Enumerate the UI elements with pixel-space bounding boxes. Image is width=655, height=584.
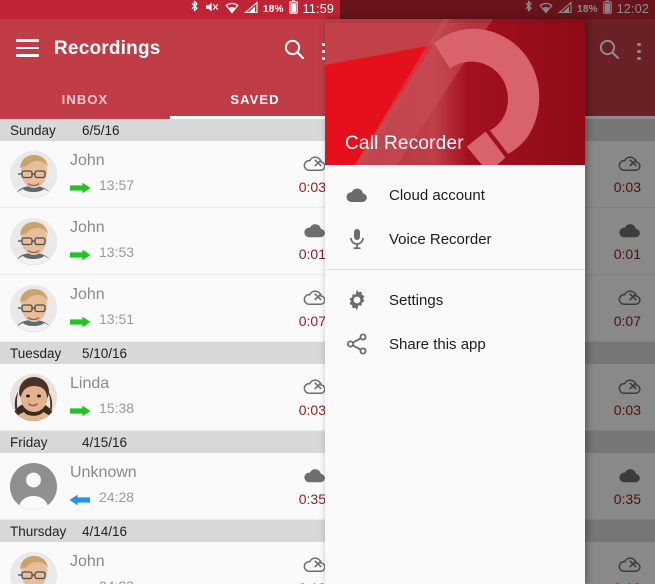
- date-header-day: Tuesday: [10, 345, 62, 361]
- date-header-date: 6/5/16: [82, 122, 120, 138]
- drawer-item-label: Share this app: [389, 335, 486, 353]
- tab-inbox[interactable]: INBOX: [0, 80, 170, 119]
- recordings-list[interactable]: Sunday6/5/16John13:570:03John13:530:01Jo…: [0, 119, 340, 584]
- call-duration: 0:13: [299, 580, 326, 584]
- avatar[interactable]: [10, 552, 57, 584]
- tab-saved[interactable]: SAVED: [170, 80, 340, 119]
- call-duration: 0:03: [298, 179, 326, 195]
- outgoing-call-arrow-icon: [68, 404, 92, 417]
- recording-row[interactable]: Unknown 24:28 0:35: [0, 453, 340, 520]
- search-icon[interactable]: [282, 37, 306, 66]
- call-duration: 0:07: [298, 313, 326, 329]
- contact-name: John: [70, 286, 105, 303]
- call-time: 13:51: [99, 311, 135, 327]
- avatar[interactable]: [10, 218, 57, 265]
- date-header-date: 4/15/16: [82, 434, 128, 450]
- battery-percent-label: 18%: [263, 4, 284, 15]
- drawer-header: Call Recorder: [325, 19, 585, 165]
- outgoing-call-arrow-icon: [68, 181, 92, 194]
- screenshot-root: 18% 11:59 Recordings INBOX SAVED Sunday 6: [0, 0, 655, 584]
- avatar[interactable]: [10, 285, 57, 332]
- call-time: 24:28: [99, 489, 135, 505]
- recording-row[interactable]: John 13:57 0:03: [0, 141, 340, 208]
- date-header: Friday 4/15/16: [0, 431, 340, 453]
- incoming-call-arrow-icon: [68, 493, 92, 506]
- drawer-item-label: Voice Recorder: [389, 230, 492, 248]
- contact-name: Unknown: [70, 464, 137, 481]
- drawer-item-share-this-app[interactable]: Share this app: [325, 322, 585, 366]
- page-title: Recordings: [54, 38, 161, 59]
- gear-icon: [325, 288, 389, 312]
- call-time: 13:57: [99, 177, 135, 193]
- signal-icon: [244, 0, 258, 19]
- share-icon: [325, 332, 389, 356]
- date-header-day: Thursday: [10, 523, 67, 539]
- navigation-drawer: Call Recorder Cloud account Voice Record…: [325, 19, 585, 584]
- hamburger-icon[interactable]: [16, 39, 39, 57]
- battery-icon: [288, 0, 298, 19]
- call-duration: 0:03: [298, 402, 326, 418]
- recording-row[interactable]: John 13:53 0:01: [0, 208, 340, 275]
- date-header: Thursday 4/14/16: [0, 520, 340, 542]
- call-time: 13:53: [99, 244, 135, 260]
- call-time: 24:23: [99, 578, 134, 584]
- drawer-item-label: Cloud account: [389, 186, 485, 204]
- date-header: Tuesday 5/10/16: [0, 342, 340, 364]
- drawer-item-voice-recorder[interactable]: Voice Recorder: [325, 217, 585, 261]
- drawer-item-cloud-account[interactable]: Cloud account: [325, 173, 585, 217]
- left-tab-bar: INBOX SAVED: [0, 80, 340, 119]
- date-header-day: Sunday: [10, 122, 56, 138]
- drawer-menu: Cloud account Voice Recorder Settings Sh…: [325, 165, 585, 366]
- date-header: Sunday 6/5/16: [0, 119, 340, 141]
- call-duration: 0:01: [298, 246, 326, 262]
- contact-name: John: [70, 553, 105, 570]
- cloud-icon: [325, 185, 389, 205]
- contact-name: Linda: [70, 375, 110, 392]
- drawer-item-settings[interactable]: Settings: [325, 278, 585, 322]
- outgoing-call-arrow-icon: [68, 248, 92, 261]
- call-duration: 0:35: [298, 491, 326, 507]
- drawer-divider: [325, 269, 585, 270]
- outgoing-call-arrow-icon: [68, 315, 92, 328]
- contact-name: John: [70, 152, 105, 169]
- avatar[interactable]: [10, 151, 57, 198]
- left-app-bar: Recordings: [0, 19, 340, 80]
- avatar[interactable]: [10, 374, 57, 421]
- volume-mute-icon: [205, 0, 220, 19]
- left-status-bar: 18% 11:59: [0, 0, 340, 19]
- recording-row[interactable]: John 13:51 0:07: [0, 275, 340, 342]
- call-time: 15:38: [99, 400, 135, 416]
- date-header-day: Friday: [10, 434, 48, 450]
- drawer-item-label: Settings: [389, 291, 444, 309]
- date-header-date: 5/10/16: [82, 345, 128, 361]
- contact-name: John: [70, 219, 105, 236]
- wifi-icon: [225, 1, 239, 19]
- date-header-date: 4/14/16: [82, 523, 128, 539]
- recording-row[interactable]: Linda 15:38 0:03: [0, 364, 340, 431]
- app-name-label: Call Recorder: [345, 133, 464, 154]
- microphone-icon: [325, 227, 389, 251]
- avatar[interactable]: [10, 463, 57, 510]
- left-phone-screen: 18% 11:59 Recordings INBOX SAVED Sunday 6: [0, 0, 340, 584]
- clock-label: 11:59: [302, 2, 334, 16]
- bluetooth-icon: [189, 0, 200, 19]
- recording-row[interactable]: John 24:23 0:13: [0, 542, 340, 584]
